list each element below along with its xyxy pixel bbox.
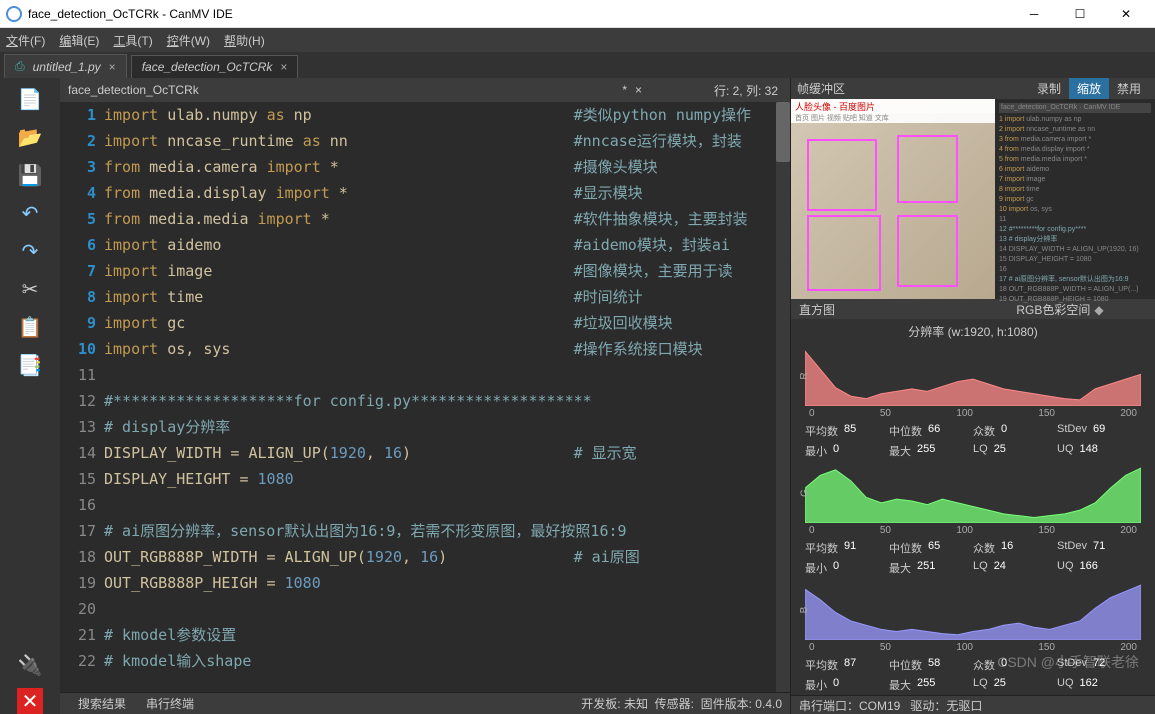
tab-search-results[interactable]: 搜索结果 bbox=[68, 693, 136, 714]
menubar: 文件(F) 编辑(E) 工具(T) 控件(W) 帮助(H) bbox=[0, 28, 1155, 52]
close-file-icon[interactable]: × bbox=[635, 83, 642, 97]
fb-miniview: face_detection_OcTCRk · CanMV IDE 1 impo… bbox=[995, 99, 1155, 299]
menu-file[interactable]: 文件(F) bbox=[6, 32, 45, 49]
right-status: 串行端口：COM19 驱动：无驱口 bbox=[791, 695, 1155, 714]
minimize-button[interactable]: ─ bbox=[1011, 0, 1057, 28]
status-board: 开发板: 未知 bbox=[581, 695, 648, 712]
app-icon bbox=[6, 6, 22, 22]
undo-icon[interactable]: ↶ bbox=[15, 198, 45, 228]
open-file-icon[interactable]: 📂 bbox=[15, 122, 45, 152]
connect-icon[interactable]: 🔌 bbox=[15, 650, 45, 680]
framebuffer-label: 帧缓冲区 bbox=[797, 80, 1029, 97]
tab-untitled[interactable]: ⎙ untitled_1.py × bbox=[4, 54, 127, 78]
menu-tools[interactable]: 工具(T) bbox=[113, 32, 152, 49]
status-firmware: 固件版本: 0.4.0 bbox=[701, 695, 782, 712]
zoom-button[interactable]: 缩放 bbox=[1069, 78, 1109, 99]
copy-icon[interactable]: 📋 bbox=[15, 312, 45, 342]
doc-tabs: ⎙ untitled_1.py × face_detection_OcTCRk … bbox=[0, 52, 1155, 78]
cut-icon[interactable]: ✂ bbox=[15, 274, 45, 304]
current-file-name: face_detection_OcTCRk bbox=[68, 83, 614, 97]
menu-edit[interactable]: 编辑(E) bbox=[59, 32, 99, 49]
menu-widgets[interactable]: 控件(W) bbox=[167, 32, 210, 49]
close-tab-icon[interactable]: × bbox=[109, 60, 116, 74]
save-icon[interactable]: 💾 bbox=[15, 160, 45, 190]
redo-icon[interactable]: ↷ bbox=[15, 236, 45, 266]
resolution-label: 分辨率 (w:1920, h:1080) bbox=[791, 319, 1155, 344]
close-button[interactable]: ✕ bbox=[1103, 0, 1149, 28]
menu-help[interactable]: 帮助(H) bbox=[224, 32, 265, 49]
histogram-label: 直方图 bbox=[799, 301, 973, 318]
status-serial: 串行端口：COM19 bbox=[799, 697, 900, 714]
framebuffer-header: 帧缓冲区 录制 缩放 禁用 bbox=[791, 78, 1155, 99]
paste-icon[interactable]: 📑 bbox=[15, 350, 45, 380]
code-editor[interactable]: 1import ulab.numpy as np #类似python numpy… bbox=[60, 102, 790, 692]
tab-facedetection[interactable]: face_detection_OcTCRk × bbox=[131, 55, 299, 78]
disable-button[interactable]: 禁用 bbox=[1109, 78, 1149, 99]
close-tab-icon[interactable]: × bbox=[280, 60, 287, 74]
titlebar: face_detection_OcTCRk - CanMV IDE ─ ☐ ✕ bbox=[0, 0, 1155, 28]
framebuffer-view[interactable]: 人脸头像 - 百度图片 首页 图片 视频 贴吧 知道 文库 face_detec… bbox=[791, 99, 1155, 299]
window-title: face_detection_OcTCRk - CanMV IDE bbox=[28, 7, 1011, 21]
record-button[interactable]: 录制 bbox=[1029, 78, 1069, 99]
dirty-marker: * bbox=[622, 83, 627, 97]
fb-nav: 首页 图片 视频 贴吧 知道 文库 bbox=[791, 113, 995, 123]
scrollbar[interactable] bbox=[776, 102, 790, 692]
cursor-position: 行: 2, 列: 32 bbox=[650, 78, 790, 102]
python-icon: ⎙ bbox=[15, 59, 25, 74]
tab-serial-terminal[interactable]: 串行终端 bbox=[136, 693, 204, 714]
maximize-button[interactable]: ☐ bbox=[1057, 0, 1103, 28]
status-sensor: 传感器: bbox=[655, 695, 694, 712]
file-header: face_detection_OcTCRk * × bbox=[60, 78, 650, 102]
new-file-icon[interactable]: 📄 bbox=[15, 84, 45, 114]
tab-label: face_detection_OcTCRk bbox=[142, 60, 273, 74]
tab-label: untitled_1.py bbox=[33, 60, 101, 74]
status-drive: 驱动：无驱口 bbox=[910, 697, 982, 714]
bottom-bar: 搜索结果 串行终端 开发板: 未知 传感器: 固件版本: 0.4.0 bbox=[60, 692, 790, 714]
left-sidebar: 📄 📂 💾 ↶ ↷ ✂ 📋 📑 🔌 ✕ bbox=[0, 78, 60, 714]
fb-banner: 人脸头像 - 百度图片 bbox=[791, 99, 995, 113]
stop-icon[interactable]: ✕ bbox=[17, 688, 43, 714]
